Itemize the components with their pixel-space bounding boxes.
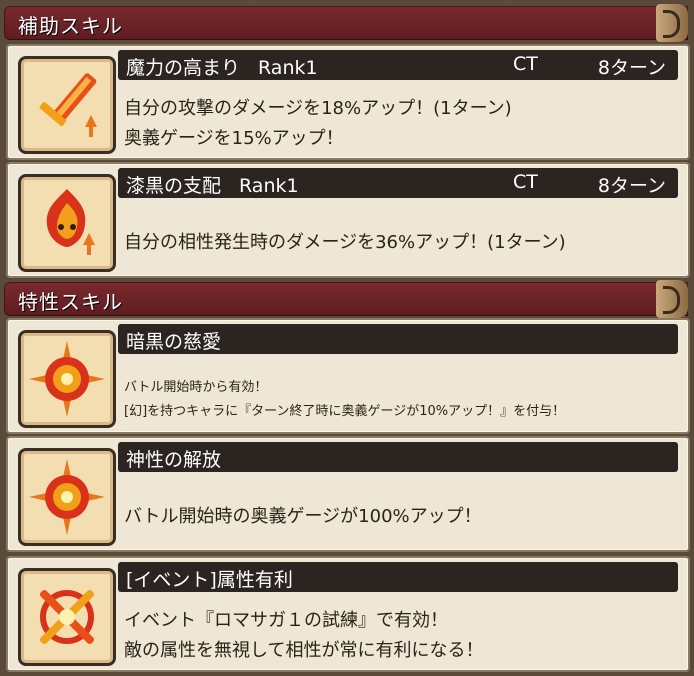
skill-description-line: バトル開始時から有効！ (124, 380, 268, 395)
skill-name: 神性の解放 (126, 449, 222, 471)
skill-card[interactable]: 漆黒の支配 Rank1 CT 8ターン 自分の相性発生時のダメージを36%アップ！… (6, 162, 690, 278)
skill-card[interactable]: 魔力の高まり Rank1 CT 8ターン 自分の攻撃のダメージを18%アップ！(1… (6, 44, 690, 160)
skill-description-line: 奥義ゲージを15%アップ！ (124, 128, 344, 149)
dark-flame-icon (18, 174, 116, 272)
cooldown-value: 8ターン (597, 175, 666, 197)
skill-card[interactable]: 暗黒の慈愛 バトル開始時から有効！ [幻]を持つキャラに『ターン終了時に奥義ゲー… (6, 318, 690, 434)
skill-description-line: イベント『ロマサガ１の試練』で有効！ (124, 610, 448, 631)
skill-name-bar: 暗黒の慈愛 (118, 324, 678, 354)
skill-name-bar: 神性の解放 (118, 442, 678, 472)
skill-name-bar: 魔力の高まり Rank1 CT 8ターン (118, 50, 678, 80)
section-header-support: 補助スキル (4, 4, 688, 42)
skill-description-line: 自分の攻撃のダメージを18%アップ！(1ターン) (124, 98, 512, 119)
skill-card[interactable]: 神性の解放 バトル開始時の奥義ゲージが100%アップ！ (6, 436, 690, 552)
cooldown-value: 8ターン (597, 57, 666, 79)
cooldown-label: CT (513, 171, 538, 193)
crossed-attribute-icon (18, 568, 116, 666)
skill-name: 魔力の高まり (126, 57, 241, 79)
skill-name: [イベント]属性有利 (126, 569, 293, 591)
skill-card[interactable]: [イベント]属性有利 イベント『ロマサガ１の試練』で有効！ 敵の属性を無視して相… (6, 556, 690, 672)
skill-name: 暗黒の慈愛 (126, 331, 222, 353)
skill-rank: Rank1 (239, 175, 299, 197)
sun-burst-icon (18, 330, 116, 428)
cooldown-label: CT (513, 53, 538, 75)
section-header-trait: 特性スキル (4, 280, 688, 318)
section-title: 補助スキル (18, 14, 123, 38)
sword-icon (18, 56, 116, 154)
skill-rank: Rank1 (258, 57, 318, 79)
sun-burst-icon (18, 448, 116, 546)
skill-name: 漆黒の支配 (126, 175, 222, 197)
section-title: 特性スキル (18, 290, 123, 314)
scroll-ornament-icon (656, 4, 688, 42)
scroll-ornament-icon (656, 280, 688, 318)
skill-description-line: バトル開始時の奥義ゲージが100%アップ！ (124, 506, 482, 527)
skill-name-bar: [イベント]属性有利 (118, 562, 678, 592)
skill-name-bar: 漆黒の支配 Rank1 CT 8ターン (118, 168, 678, 198)
skill-description-line: [幻]を持つキャラに『ターン終了時に奥義ゲージが10%アップ！』を付与！ (124, 404, 566, 419)
skill-description-line: 自分の相性発生時のダメージを36%アップ！(1ターン) (124, 232, 566, 253)
skill-description-line: 敵の属性を無視して相性が常に有利になる！ (124, 640, 484, 661)
